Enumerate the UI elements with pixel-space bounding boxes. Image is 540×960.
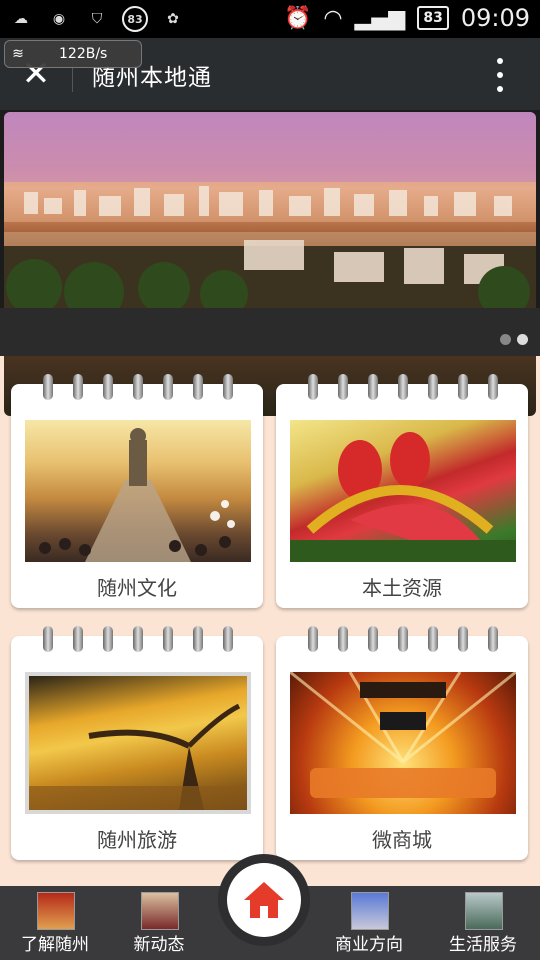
carousel-dot-active[interactable] bbox=[517, 334, 528, 345]
notebook-rings bbox=[308, 626, 498, 652]
carousel-dot[interactable] bbox=[500, 334, 511, 345]
signal-icon: ▂▄▆ bbox=[354, 5, 406, 31]
travel-image[interactable] bbox=[25, 672, 251, 814]
card-label: 随州旅游 bbox=[97, 828, 177, 852]
card-culture[interactable]: 随州文化 bbox=[11, 374, 263, 608]
card-label: 本土资源 bbox=[362, 576, 442, 600]
nav-label: 新动态 bbox=[133, 935, 185, 955]
cloud-icon: ☁ bbox=[14, 11, 28, 27]
more-vert-icon[interactable] bbox=[490, 58, 510, 92]
card-resource[interactable]: 本土资源 bbox=[276, 374, 528, 608]
banner-carousel[interactable] bbox=[0, 110, 540, 416]
squirrel-icon: ✿ bbox=[167, 11, 179, 27]
nav-item-business[interactable]: 商业方向 bbox=[314, 886, 424, 960]
home-icon bbox=[244, 882, 284, 918]
alarm-icon: ⏰ bbox=[283, 5, 312, 31]
card-mall[interactable]: 微商城 bbox=[276, 626, 528, 860]
card-travel[interactable]: 随州旅游 bbox=[11, 626, 263, 860]
carousel-dots bbox=[500, 334, 528, 345]
wifi-icon: ≋ bbox=[12, 46, 24, 62]
browser-icon: ◉ bbox=[52, 11, 66, 27]
resource-image[interactable] bbox=[290, 420, 516, 562]
nav-label: 生活服务 bbox=[449, 935, 517, 955]
culture-image[interactable] bbox=[25, 420, 251, 562]
net-speed-value: 122B/s bbox=[59, 46, 108, 62]
home-button-inner bbox=[227, 863, 301, 937]
life-thumb-icon bbox=[465, 892, 503, 930]
card-label: 随州文化 bbox=[97, 576, 177, 600]
news-thumb-icon bbox=[141, 892, 179, 930]
wifi-icon: ◠ bbox=[323, 5, 343, 31]
card-label: 微商城 bbox=[372, 828, 432, 852]
about-thumb-icon bbox=[37, 892, 75, 930]
nav-label: 商业方向 bbox=[335, 935, 403, 955]
battery-indicator: 83 bbox=[417, 6, 449, 30]
nav-label: 了解随州 bbox=[21, 935, 89, 955]
mall-image[interactable] bbox=[290, 672, 516, 814]
notification-icons: ☁ ◉ ⛉ 83 ✿ bbox=[8, 6, 186, 32]
home-button[interactable] bbox=[218, 854, 310, 946]
battery-badge-icon: 83 bbox=[122, 6, 148, 32]
net-speed-overlay: ≋ 122B/s bbox=[4, 40, 142, 68]
nav-item-life-services[interactable]: 生活服务 bbox=[428, 886, 538, 960]
banner-image[interactable] bbox=[4, 112, 536, 416]
status-bar: ☁ ◉ ⛉ 83 ✿ ⏰ ◠ ▂▄▆ 83 09:09 bbox=[0, 0, 540, 38]
notebook-rings bbox=[43, 374, 233, 400]
system-icons: ⏰ ◠ ▂▄▆ 83 09:09 bbox=[284, 4, 530, 32]
shield-icon: ⛉ bbox=[91, 11, 103, 27]
clock: 09:09 bbox=[460, 4, 530, 32]
nav-item-about-suizhou[interactable]: 了解随州 bbox=[0, 886, 110, 960]
banner-caption-bar bbox=[0, 308, 540, 356]
app-header: ✕ 随州本地通 ≋ 122B/s bbox=[0, 38, 540, 110]
notebook-rings bbox=[43, 626, 233, 652]
business-thumb-icon bbox=[351, 892, 389, 930]
nav-item-news[interactable]: 新动态 bbox=[104, 886, 214, 960]
notebook-rings bbox=[308, 374, 498, 400]
